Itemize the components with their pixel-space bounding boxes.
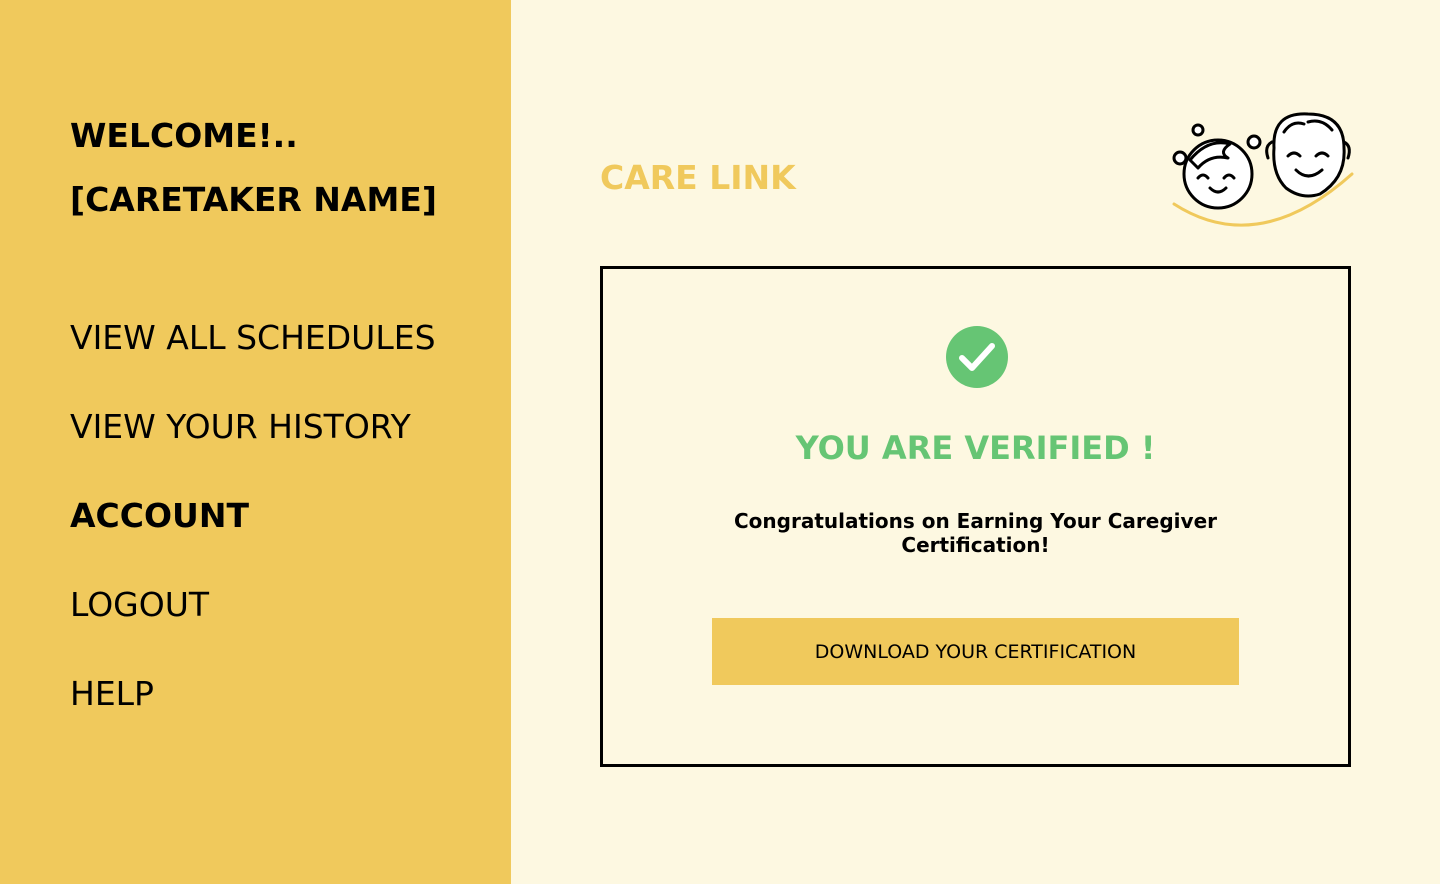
check-circle-icon xyxy=(946,326,1008,388)
congratulations-message-line-2: Certification! xyxy=(901,533,1050,557)
sidebar-item-view-your-history[interactable]: VIEW YOUR HISTORY xyxy=(70,407,411,446)
sidebar-item-account[interactable]: ACCOUNT xyxy=(70,496,249,535)
child-and-grandparent-faces-icon xyxy=(1172,112,1354,227)
brand-title: CARE LINK xyxy=(600,158,796,197)
welcome-heading: WELCOME!.. xyxy=(70,116,298,155)
app-window: WELCOME!.. [CARETAKER NAME] VIEW ALL SCH… xyxy=(0,0,1440,884)
download-certification-button[interactable]: DOWNLOAD YOUR CERTIFICATION xyxy=(712,618,1239,685)
sidebar-item-view-all-schedules[interactable]: VIEW ALL SCHEDULES xyxy=(70,318,436,357)
congratulations-message: Congratulations on Earning Your Caregive… xyxy=(603,509,1348,557)
sidebar-item-logout[interactable]: LOGOUT xyxy=(70,585,209,624)
sidebar: WELCOME!.. [CARETAKER NAME] VIEW ALL SCH… xyxy=(0,0,511,884)
verified-title: YOU ARE VERIFIED ! xyxy=(795,429,1156,467)
caretaker-name: [CARETAKER NAME] xyxy=(70,180,437,219)
verification-card: YOU ARE VERIFIED ! Congratulations on Ea… xyxy=(600,266,1351,767)
sidebar-item-help[interactable]: HELP xyxy=(70,674,154,713)
congratulations-message-line-1: Congratulations on Earning Your Caregive… xyxy=(733,509,1217,533)
